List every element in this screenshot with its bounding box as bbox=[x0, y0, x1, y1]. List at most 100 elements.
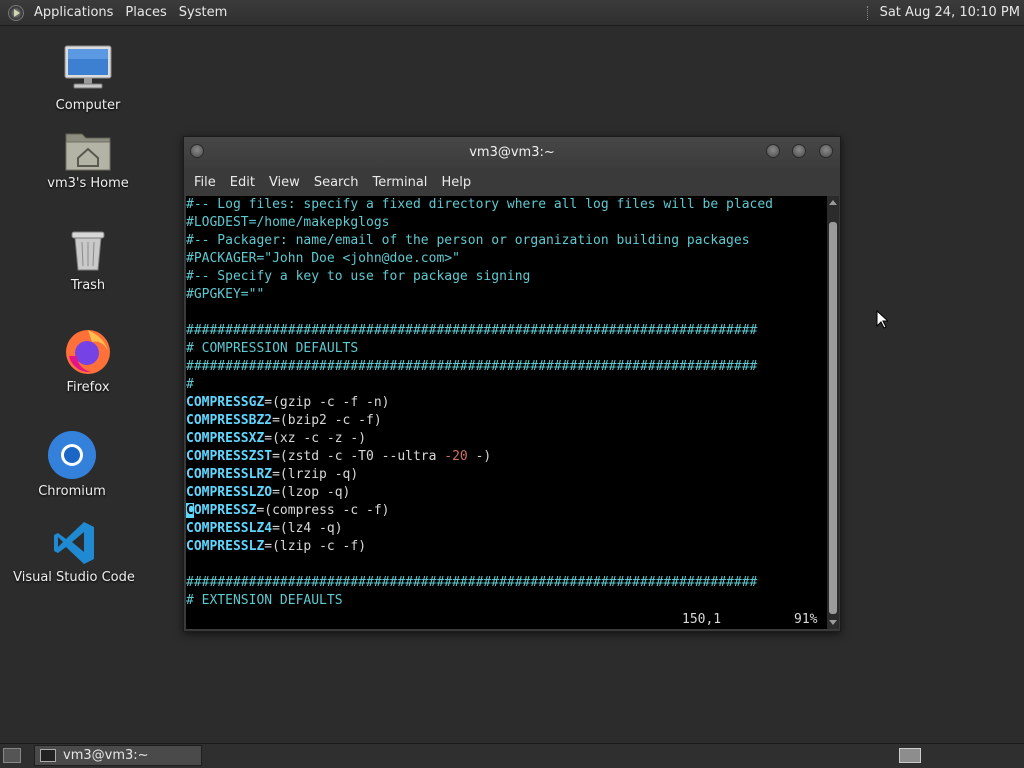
variable-name: COMPRESSZST bbox=[186, 449, 273, 464]
variable-value-tail: -) bbox=[467, 449, 492, 464]
terminal-output[interactable]: #-- Log files: specify a fixed directory… bbox=[186, 196, 827, 629]
comment-text: #-- Log files: specify a fixed directory… bbox=[186, 197, 773, 212]
workspace-switcher[interactable] bbox=[899, 748, 921, 763]
desktop-icon-computer[interactable]: Computer bbox=[18, 44, 158, 113]
close-button[interactable] bbox=[819, 144, 833, 158]
desktop-icon-home[interactable]: vm3's Home bbox=[18, 128, 158, 191]
variable-name: COMPRESSLRZ bbox=[186, 467, 273, 482]
terminal-line: COMPRESSLZ4=(lz4 -q) bbox=[186, 520, 827, 538]
menu-view[interactable]: View bbox=[264, 175, 309, 190]
desktop-icon-label: Firefox bbox=[66, 380, 110, 395]
terminal-line: # bbox=[186, 376, 827, 394]
terminal-line: # COMPRESSION DEFAULTS bbox=[186, 340, 827, 358]
desktop-icon-chromium[interactable]: Chromium bbox=[2, 430, 142, 499]
applications-menu-icon[interactable] bbox=[8, 4, 24, 21]
trash-icon bbox=[71, 231, 105, 271]
clock-area: Sat Aug 24, 10:10 PM bbox=[866, 0, 1024, 25]
variable-name: COMPRESSLZ4 bbox=[186, 521, 273, 536]
window-title: vm3@vm3:~ bbox=[469, 145, 555, 160]
vim-status-line: 150,1 91% bbox=[186, 611, 827, 629]
terminal-line: COMPRESSXZ=(xz -c -z -) bbox=[186, 430, 827, 448]
comment-text: #GPGKEY="" bbox=[186, 287, 265, 302]
terminal-line: COMPRESSLRZ=(lrzip -q) bbox=[186, 466, 827, 484]
menu-help[interactable]: Help bbox=[436, 175, 480, 190]
scroll-percent: 91% bbox=[794, 612, 818, 627]
variable-value: =(gzip -c -f -n) bbox=[264, 395, 390, 410]
terminal-line: ########################################… bbox=[186, 358, 827, 376]
computer-icon bbox=[64, 45, 112, 89]
comment-text: # EXTENSION DEFAULTS bbox=[186, 593, 343, 608]
comment-text: ########################################… bbox=[186, 575, 758, 590]
desktop-icon-label: Chromium bbox=[38, 484, 106, 499]
variable-name: OMPRESSZ bbox=[193, 503, 257, 518]
chromium-icon bbox=[48, 431, 96, 479]
variable-value: =(zstd -c -T0 --ultra bbox=[272, 449, 445, 464]
cursor-position: 150,1 bbox=[682, 612, 722, 627]
variable-value: =(bzip2 -c -f) bbox=[272, 413, 382, 428]
mouse-pointer-icon bbox=[876, 310, 888, 329]
terminal-menubar: File Edit View Search Terminal Help bbox=[184, 168, 840, 196]
comment-text: # COMPRESSION DEFAULTS bbox=[186, 341, 359, 356]
terminal-line: COMPRESSGZ=(gzip -c -f -n) bbox=[186, 394, 827, 412]
scroll-up-arrow-icon[interactable] bbox=[829, 200, 837, 205]
terminal-icon bbox=[40, 749, 56, 762]
menu-search[interactable]: Search bbox=[309, 175, 368, 190]
desktop-icon-vscode[interactable]: Visual Studio Code bbox=[4, 520, 144, 585]
desktop-icon-label: vm3's Home bbox=[47, 176, 129, 191]
menu-file[interactable]: File bbox=[189, 175, 225, 190]
terminal-scrollbar[interactable] bbox=[827, 196, 839, 629]
variable-name: COMPRESSGZ bbox=[186, 395, 265, 410]
panel-separator bbox=[866, 5, 871, 20]
comment-text: #-- Packager: name/email of the person o… bbox=[186, 233, 750, 248]
terminal-window: vm3@vm3:~ File Edit View Search Terminal… bbox=[183, 136, 841, 632]
terminal-lines: #-- Log files: specify a fixed directory… bbox=[186, 196, 827, 610]
places-menu[interactable]: Places bbox=[119, 5, 172, 20]
terminal-line: COMPRESSZ=(compress -c -f) bbox=[186, 502, 827, 520]
variable-value: =(lz4 -q) bbox=[272, 521, 343, 536]
numeric-value: -20 bbox=[444, 449, 468, 464]
variable-value: =(lrzip -q) bbox=[272, 467, 359, 482]
clock[interactable]: Sat Aug 24, 10:10 PM bbox=[880, 5, 1024, 20]
desktop-icon-label: Trash bbox=[70, 278, 106, 293]
desktop-icon-trash[interactable]: Trash bbox=[18, 228, 158, 293]
firefox-icon bbox=[66, 330, 110, 374]
menu-edit[interactable]: Edit bbox=[225, 175, 264, 190]
desktop-icon-firefox[interactable]: Firefox bbox=[18, 326, 158, 395]
scroll-down-arrow-icon[interactable] bbox=[829, 620, 837, 625]
variable-value: =(lzip -c -f) bbox=[264, 539, 367, 554]
home-folder-icon bbox=[65, 133, 111, 171]
taskbar-terminal-button[interactable]: vm3@vm3:~ bbox=[34, 745, 202, 766]
comment-text: #LOGDEST=/home/makepkglogs bbox=[186, 215, 390, 230]
terminal-line: # EXTENSION DEFAULTS bbox=[186, 592, 827, 610]
terminal-line: COMPRESSBZ2=(bzip2 -c -f) bbox=[186, 412, 827, 430]
text-cursor: C bbox=[186, 503, 194, 518]
desktop-icon-label: Computer bbox=[55, 98, 121, 113]
terminal-line: #-- Packager: name/email of the person o… bbox=[186, 232, 827, 250]
variable-value: =(compress -c -f) bbox=[256, 503, 390, 518]
bottom-panel: vm3@vm3:~ bbox=[0, 743, 1024, 768]
system-menu[interactable]: System bbox=[173, 5, 233, 20]
titlebar[interactable]: vm3@vm3:~ bbox=[184, 137, 840, 168]
terminal-line: #GPGKEY="" bbox=[186, 286, 827, 304]
show-desktop-icon[interactable] bbox=[3, 748, 21, 763]
variable-name: COMPRESSXZ bbox=[186, 431, 265, 446]
terminal-line: ########################################… bbox=[186, 322, 827, 340]
scrollbar-thumb[interactable] bbox=[829, 221, 837, 614]
minimize-button[interactable] bbox=[766, 144, 780, 158]
vscode-icon bbox=[54, 522, 94, 564]
menu-terminal[interactable]: Terminal bbox=[367, 175, 436, 190]
terminal-line: COMPRESSLZO=(lzop -q) bbox=[186, 484, 827, 502]
terminal-line: #PACKAGER="John Doe <john@doe.com>" bbox=[186, 250, 827, 268]
comment-text: #PACKAGER="John Doe <john@doe.com>" bbox=[186, 251, 460, 266]
applications-menu[interactable]: Applications bbox=[28, 5, 119, 20]
maximize-button[interactable] bbox=[792, 144, 806, 158]
comment-text: # bbox=[186, 377, 194, 392]
terminal-line: #-- Log files: specify a fixed directory… bbox=[186, 196, 827, 214]
variable-value: =(xz -c -z -) bbox=[264, 431, 367, 446]
desktop-icon-label: Visual Studio Code bbox=[13, 570, 135, 585]
terminal-line: #-- Specify a key to use for package sig… bbox=[186, 268, 827, 286]
variable-value: =(lzop -q) bbox=[272, 485, 351, 500]
terminal-line: #LOGDEST=/home/makepkglogs bbox=[186, 214, 827, 232]
